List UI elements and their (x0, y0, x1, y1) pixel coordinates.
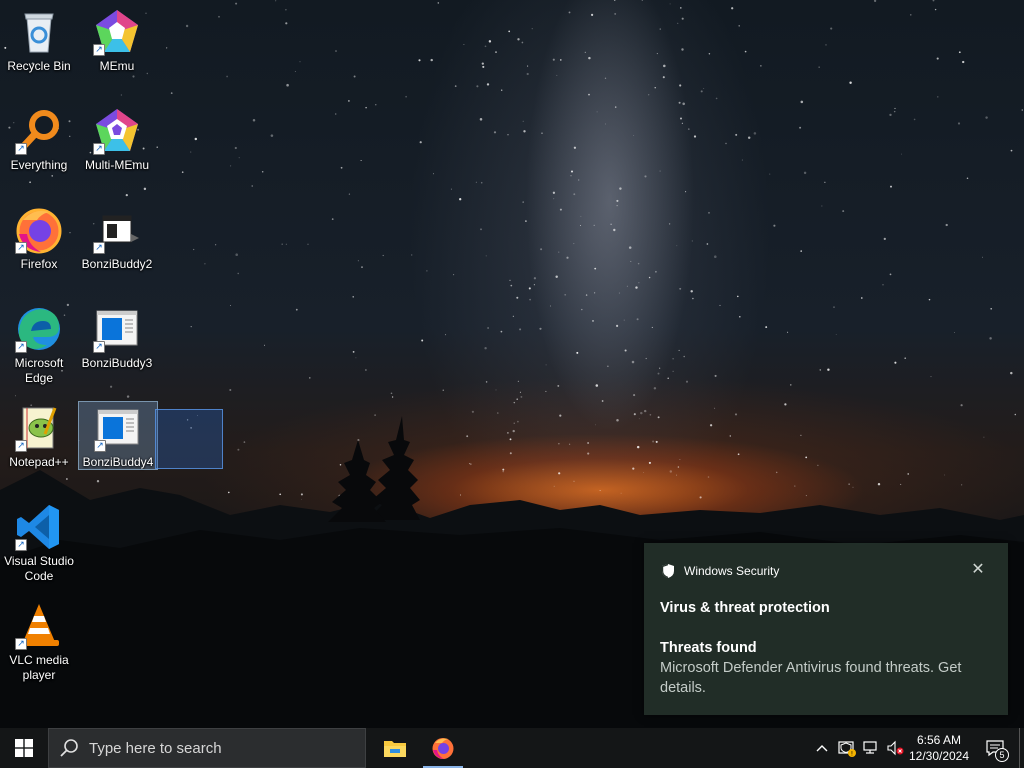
desktop-icon-vlc[interactable]: ↗ VLC media player (0, 602, 78, 683)
desktop-icon-bonzibuddy2[interactable]: ↗ BonziBuddy2 (78, 206, 156, 272)
shortcut-arrow-icon: ↗ (93, 143, 105, 155)
shortcut-arrow-icon: ↗ (15, 341, 27, 353)
desktop-icon-label: Everything (10, 158, 68, 172)
desktop-icon-bonzibuddy3[interactable]: ↗ BonziBuddy3 (78, 305, 156, 371)
desktop-icon-notepadpp[interactable]: ↗ Notepad++ (0, 404, 78, 470)
desktop-icon-bonzibuddy4[interactable]: ↗ BonziBuddy4 (78, 401, 158, 470)
desktop-icon-label: BonziBuddy2 (81, 257, 153, 271)
show-desktop-button[interactable] (1019, 728, 1024, 768)
bonzibuddy-window-icon: ↗ (93, 305, 141, 353)
file-explorer-icon (384, 741, 406, 757)
desktop-icon-label: MEmu (99, 59, 135, 73)
shortcut-arrow-icon: ↗ (15, 539, 27, 551)
notification-toast[interactable]: Windows Security ✕ Virus & threat protec… (644, 543, 1008, 715)
tray-volume[interactable] (884, 728, 906, 768)
show-hidden-icons-button[interactable] (812, 728, 832, 768)
volume-muted-icon (887, 740, 904, 756)
notepadpp-icon: ↗ (15, 404, 63, 452)
shortcut-arrow-icon: ↗ (93, 44, 105, 56)
svg-text:!: ! (851, 751, 853, 758)
desktop-icon-label: Notepad++ (9, 455, 69, 469)
network-icon (863, 741, 877, 754)
desktop-icon-firefox[interactable]: ↗ Firefox (0, 206, 78, 272)
windows-logo-icon (15, 739, 33, 757)
tray-windows-security[interactable]: ! (836, 728, 858, 768)
desktop-icon-label: Microsoft Edge (14, 356, 64, 385)
taskbar: Type here to search ! 6:56 AM 12/30/2024… (0, 728, 1024, 768)
desktop-icon-label: VLC media player (9, 653, 69, 682)
start-button[interactable] (0, 728, 48, 768)
taskbar-search-box[interactable]: Type here to search (48, 728, 366, 768)
notification-count-badge: 5 (995, 748, 1009, 762)
multi-memu-icon: ↗ (93, 107, 141, 155)
bonzibuddy-icon: ↗ (93, 206, 141, 254)
desktop-icon-everything[interactable]: ↗ Everything (0, 107, 78, 173)
vlc-icon: ↗ (15, 602, 63, 650)
toast-subtitle: Threats found (660, 640, 757, 656)
toast-app-name: Windows Security (684, 564, 780, 578)
shortcut-arrow-icon: ↗ (93, 341, 105, 353)
shortcut-arrow-icon: ↗ (15, 638, 27, 650)
desktop-icon-microsoft-edge[interactable]: ↗ Microsoft Edge (0, 305, 78, 386)
edge-icon: ↗ (15, 305, 63, 353)
desktop-icon-label: Recycle Bin (7, 59, 71, 73)
selection-rectangle (155, 409, 223, 469)
shortcut-arrow-icon: ↗ (94, 440, 106, 452)
tray-network[interactable] (860, 728, 882, 768)
search-icon (60, 739, 78, 757)
desktop-icon-memu[interactable]: ↗ MEmu (78, 8, 156, 74)
recycle-bin-icon (15, 8, 63, 56)
shortcut-arrow-icon: ↗ (15, 242, 27, 254)
toast-header: Windows Security (660, 543, 992, 599)
shortcut-arrow-icon: ↗ (15, 440, 27, 452)
search-placeholder: Type here to search (89, 739, 222, 757)
shortcut-arrow-icon: ↗ (93, 242, 105, 254)
clock-time: 6:56 AM (916, 733, 962, 747)
desktop-icon-multi-memu[interactable]: ↗ Multi-MEmu (78, 107, 156, 173)
everything-search-icon: ↗ (15, 107, 63, 155)
firefox-icon: ↗ (15, 206, 63, 254)
vscode-icon: ↗ (15, 503, 63, 551)
windows-security-shield-icon (662, 564, 674, 578)
chevron-up-icon (816, 745, 828, 752)
toast-close-button[interactable]: ✕ (970, 562, 986, 578)
firefox-icon (432, 738, 454, 759)
windows-security-warning-icon: ! (838, 741, 856, 758)
clock-date: 12/30/2024 (908, 749, 970, 763)
bonzibuddy-window-icon: ↗ (94, 404, 142, 452)
memu-icon: ↗ (93, 8, 141, 56)
desktop-icon-vscode[interactable]: ↗ Visual Studio Code (0, 503, 78, 584)
desktop-icon-label: Firefox (20, 257, 58, 271)
desktop-icon-label: BonziBuddy4 (82, 455, 154, 469)
toast-title: Virus & threat protection (660, 600, 830, 616)
taskbar-firefox[interactable] (419, 728, 467, 768)
desktop-icon-label: Multi-MEmu (84, 158, 149, 172)
desktop-icon-label: BonziBuddy3 (81, 356, 153, 370)
desktop-icon-recycle-bin[interactable]: Recycle Bin (0, 8, 78, 74)
taskbar-file-explorer[interactable] (371, 728, 419, 768)
taskbar-clock[interactable]: 6:56 AM 12/30/2024 (904, 728, 974, 768)
action-center-button[interactable]: 5 (978, 728, 1012, 768)
shortcut-arrow-icon: ↗ (15, 143, 27, 155)
toast-body: Microsoft Defender Antivirus found threa… (660, 660, 962, 696)
desktop-icon-label: Visual Studio Code (4, 554, 74, 583)
